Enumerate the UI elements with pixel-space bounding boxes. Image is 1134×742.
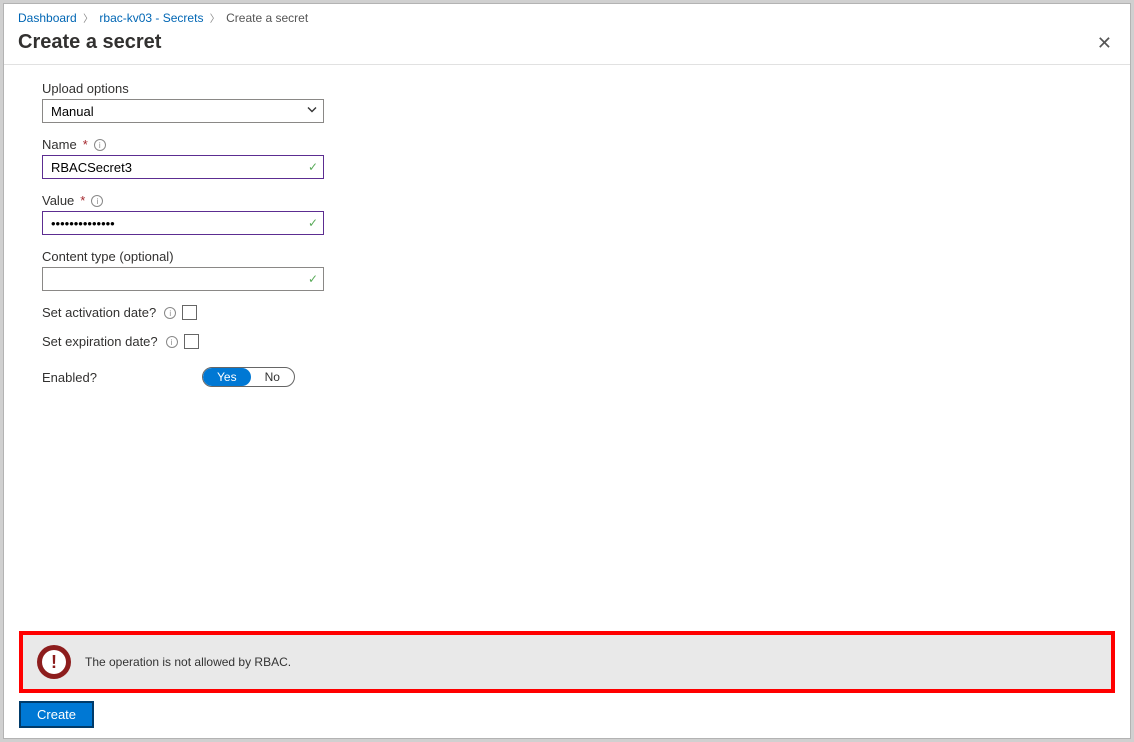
content-type-input-wrap: ✓ [42, 267, 324, 291]
enabled-yes[interactable]: Yes [203, 368, 251, 386]
create-secret-window: Dashboard 〉 rbac-kv03 - Secrets 〉 Create… [3, 3, 1131, 739]
breadcrumb: Dashboard 〉 rbac-kv03 - Secrets 〉 Create… [4, 4, 1130, 29]
enabled-toggle[interactable]: Yes No [202, 367, 295, 387]
content-type-input[interactable] [42, 267, 324, 291]
info-icon[interactable]: i [94, 139, 106, 151]
field-name: Name* i ✓ [42, 137, 1092, 179]
value-label: Value* i [42, 193, 1092, 208]
error-message: The operation is not allowed by RBAC. [85, 655, 291, 669]
bottom-area: ! The operation is not allowed by RBAC. … [4, 631, 1130, 738]
title-row: Create a secret ✕ [4, 29, 1130, 65]
field-upload-options: Upload options Manual [42, 81, 1092, 123]
content-type-label: Content type (optional) [42, 249, 1092, 264]
name-input-wrap: ✓ [42, 155, 324, 179]
info-icon[interactable]: i [91, 195, 103, 207]
error-icon: ! [37, 645, 71, 679]
upload-options-select[interactable]: Manual [42, 99, 324, 123]
name-input[interactable] [42, 155, 324, 179]
page-title: Create a secret [18, 31, 1093, 54]
expiration-checkbox[interactable] [184, 334, 199, 349]
value-input[interactable] [42, 211, 324, 235]
activation-label: Set activation date? [42, 305, 156, 320]
name-label: Name* i [42, 137, 1092, 152]
enabled-row: Enabled? Yes No [42, 367, 1092, 387]
info-icon[interactable]: i [166, 336, 178, 348]
chevron-right-icon: 〉 [207, 14, 223, 25]
breadcrumb-dashboard[interactable]: Dashboard [18, 11, 77, 25]
error-alert: ! The operation is not allowed by RBAC. [19, 631, 1115, 693]
field-value: Value* i ✓ [42, 193, 1092, 235]
required-indicator: * [83, 137, 88, 152]
breadcrumb-secrets[interactable]: rbac-kv03 - Secrets [99, 11, 203, 25]
activation-checkbox[interactable] [182, 305, 197, 320]
form-area: Upload options Manual Name* i ✓ [4, 65, 1130, 631]
expiration-label: Set expiration date? [42, 334, 158, 349]
field-content-type: Content type (optional) ✓ [42, 249, 1092, 291]
upload-options-select-wrap: Manual [42, 99, 324, 123]
enabled-label: Enabled? [42, 370, 202, 385]
required-indicator: * [80, 193, 85, 208]
create-button[interactable]: Create [19, 701, 94, 728]
chevron-right-icon: 〉 [80, 14, 96, 25]
close-icon[interactable]: ✕ [1093, 32, 1116, 54]
expiration-row: Set expiration date? i [42, 334, 1092, 349]
upload-options-label: Upload options [42, 81, 1092, 96]
exclamation-icon: ! [42, 650, 66, 674]
value-input-wrap: ✓ [42, 211, 324, 235]
info-icon[interactable]: i [164, 307, 176, 319]
breadcrumb-current: Create a secret [226, 11, 308, 25]
activation-row: Set activation date? i [42, 305, 1092, 320]
enabled-no[interactable]: No [251, 368, 294, 386]
